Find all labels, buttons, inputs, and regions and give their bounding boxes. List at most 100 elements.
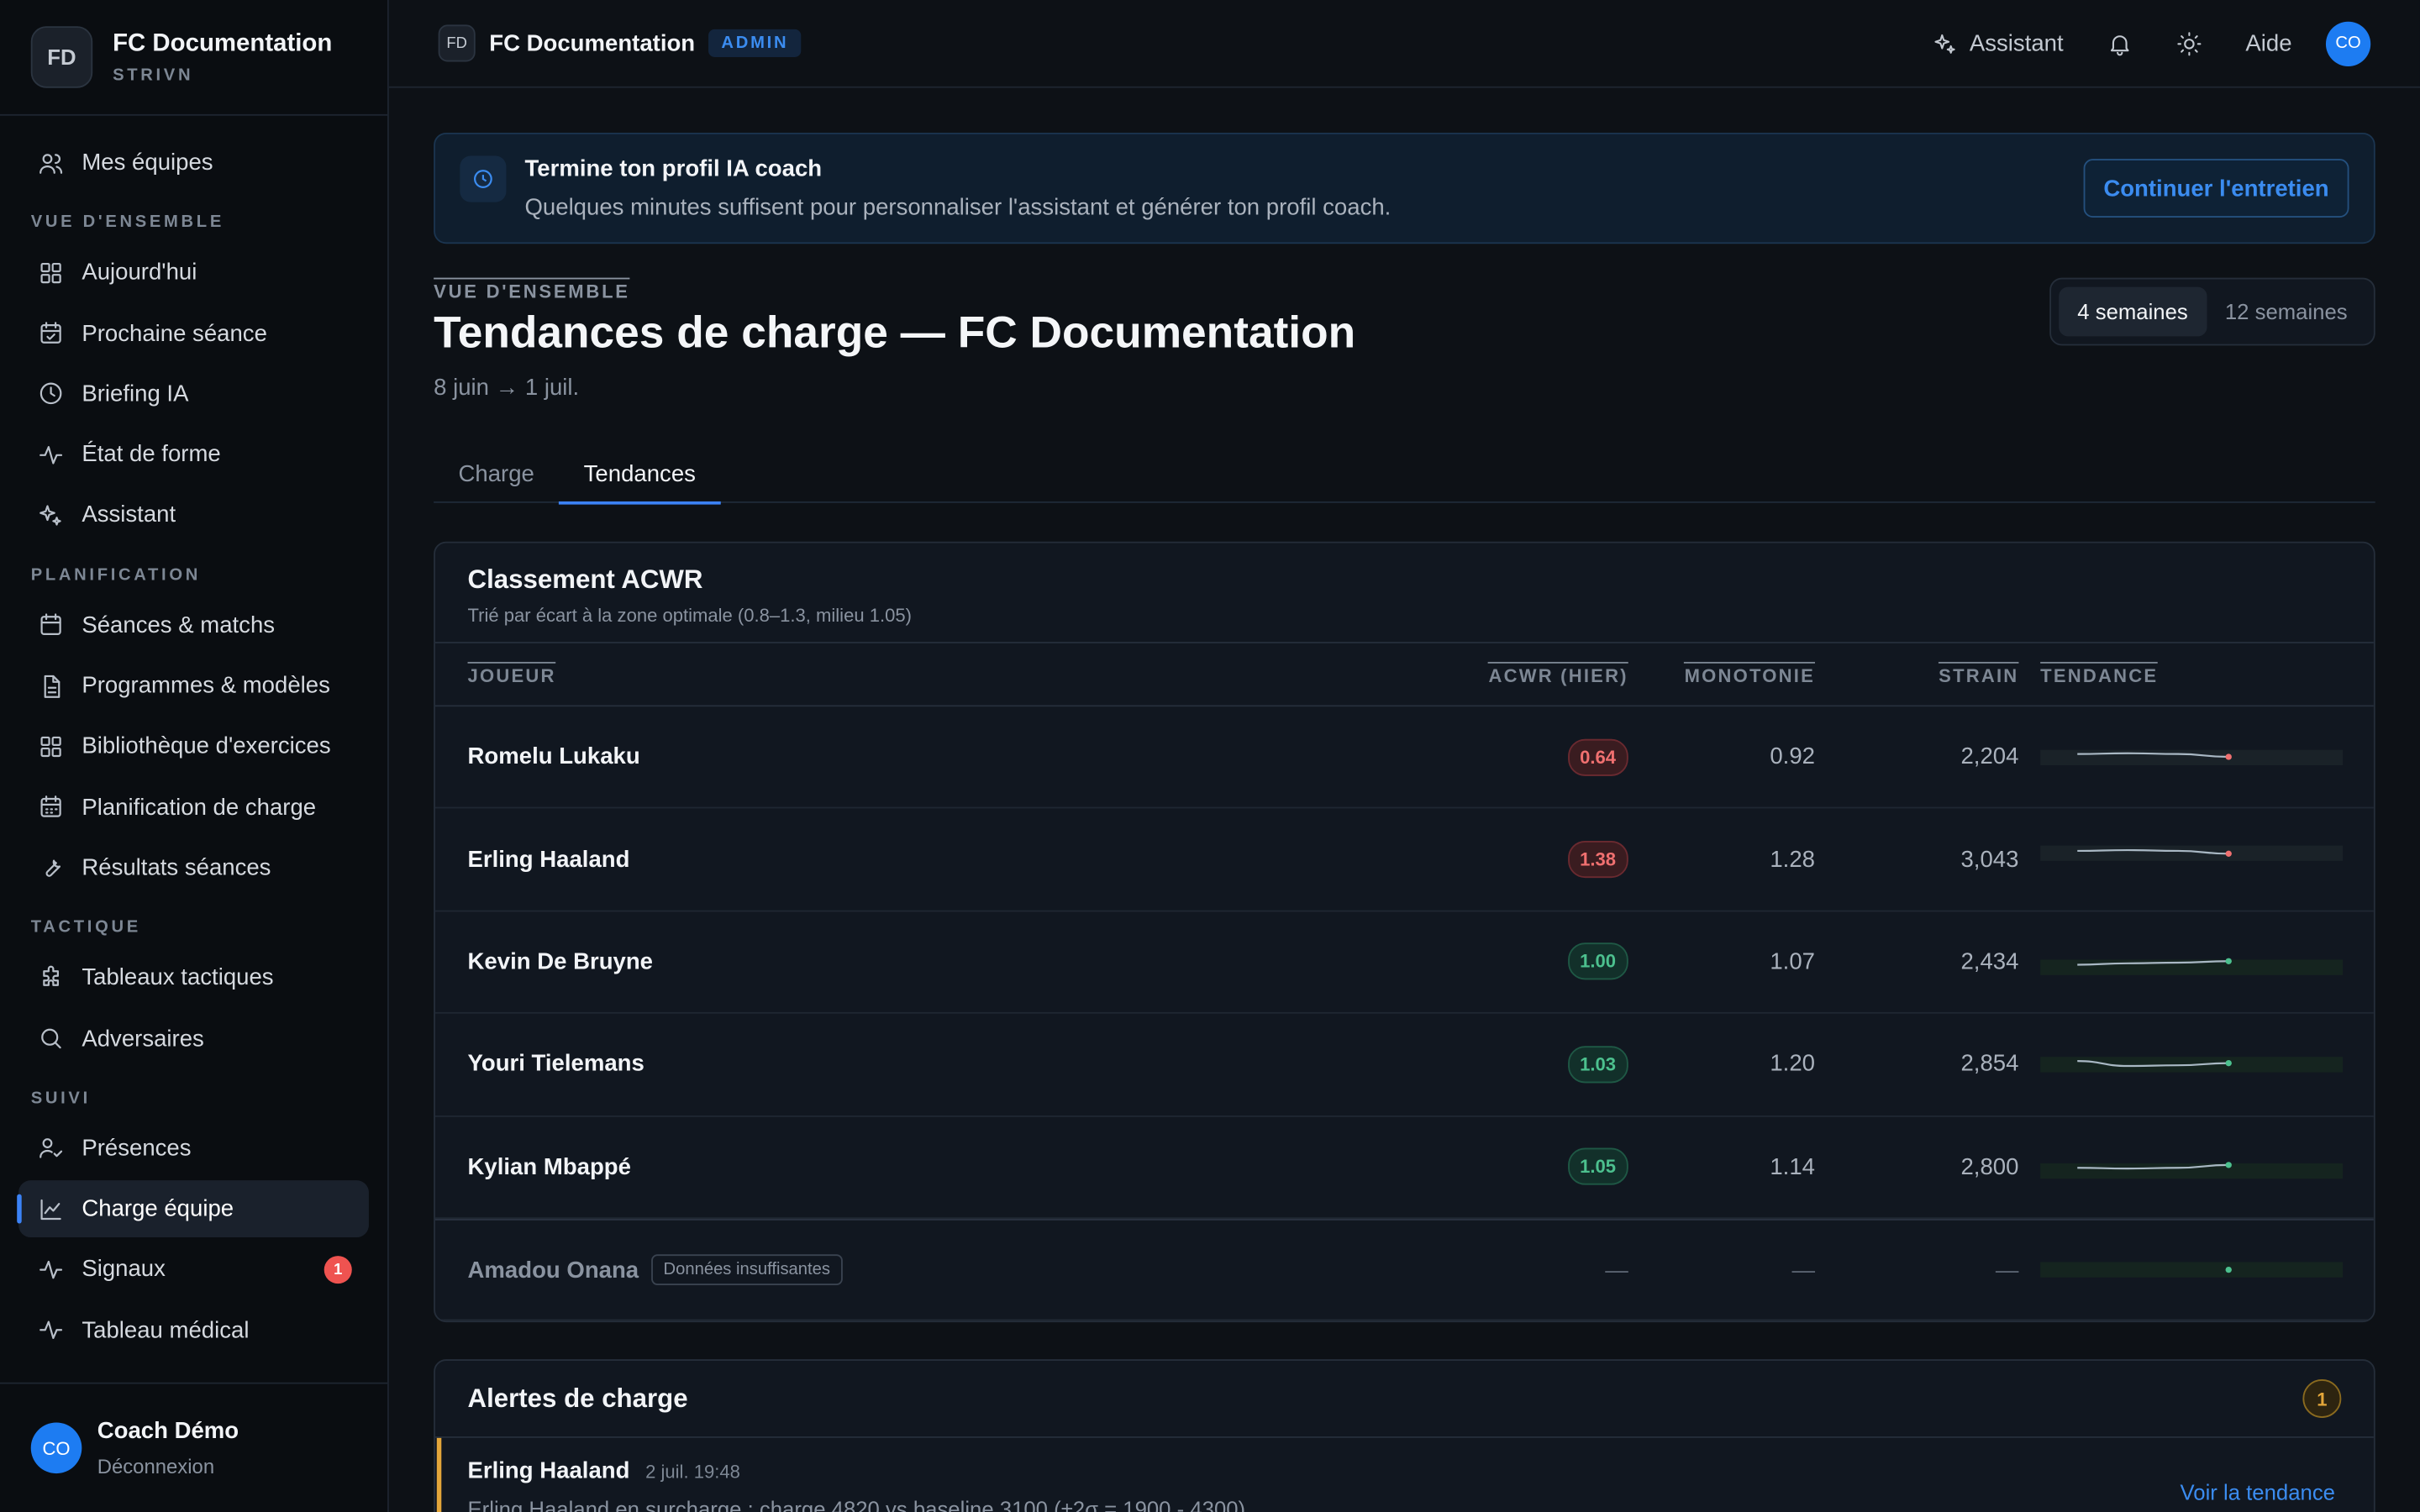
strain-value: 2,854 bbox=[1960, 1051, 2019, 1078]
date-range: 8 juin → 1 juil. bbox=[434, 375, 580, 402]
tab-charge[interactable]: Charge bbox=[434, 446, 559, 503]
sidebar-item-bibliotheque-d-exercices[interactable]: Bibliothèque d'exercices bbox=[18, 718, 369, 775]
player-name[interactable]: Kylian Mbappé bbox=[468, 1153, 631, 1179]
user-box: CO Coach Démo Déconnexion bbox=[0, 1382, 388, 1512]
strain-value: 3,043 bbox=[1960, 846, 2019, 873]
sidebar-item-seances-matchs[interactable]: Séances & matchs bbox=[18, 596, 369, 654]
main-content: Termine ton profil IA coach Quelques min… bbox=[434, 88, 2375, 1512]
table-header: JOUEUR ACWR (HIER) MONOTONIE STRAIN TEND… bbox=[434, 643, 2374, 707]
card-title: Alertes de charge bbox=[467, 1383, 688, 1413]
view-trend-link[interactable]: Voir la tendance bbox=[2181, 1479, 2335, 1504]
strain-value: 2,204 bbox=[1960, 743, 2019, 770]
help-link[interactable]: Aide bbox=[2245, 30, 2291, 56]
sidebar-item-label: État de forme bbox=[82, 441, 221, 468]
column-player[interactable]: JOUEUR bbox=[467, 661, 556, 686]
team-badge: FD bbox=[30, 26, 93, 88]
table-row[interactable]: Erling Haaland 1.38 1.28 3,043 bbox=[434, 809, 2374, 912]
table-row[interactable]: Kevin De Bruyne 1.00 1.07 2,434 bbox=[434, 911, 2374, 1015]
sidebar-item-charge-equipe[interactable]: Charge équipe bbox=[17, 1180, 369, 1238]
monotony-value: 0.92 bbox=[1770, 743, 1815, 770]
calendar-grid-icon bbox=[35, 792, 66, 823]
column-acwr[interactable]: ACWR (HIER) bbox=[1488, 661, 1628, 686]
sidebar-item-label: Adversaires bbox=[82, 1025, 204, 1052]
acwr-ranking-card: Classement ACWR Trié par écart à la zone… bbox=[434, 541, 2375, 1323]
column-strain[interactable]: STRAIN bbox=[1939, 661, 2019, 686]
trend-sparkline bbox=[2040, 927, 2344, 997]
range-option-4-weeks[interactable]: 4 semaines bbox=[2059, 286, 2207, 337]
sidebar-item-tableau-medical[interactable]: Tableau médical bbox=[18, 1302, 369, 1359]
banner-description: Quelques minutes suffisent pour personna… bbox=[524, 194, 1392, 221]
monotony-value: 1.20 bbox=[1770, 1051, 1815, 1078]
user-name: Coach Démo bbox=[97, 1417, 239, 1445]
sidebar-item-label: Programmes & modèles bbox=[82, 672, 330, 700]
notifications-button[interactable] bbox=[2107, 30, 2133, 56]
sidebar-section-title: PLANIFICATION bbox=[30, 565, 202, 585]
sparkles-icon bbox=[35, 500, 66, 531]
sidebar-item-presences[interactable]: Présences bbox=[18, 1120, 369, 1177]
sidebar-item-resultats-seances[interactable]: Résultats séances bbox=[18, 839, 369, 896]
strain-value: 2,434 bbox=[1960, 948, 2019, 975]
table-row[interactable]: Youri Tielemans 1.03 1.20 2,854 bbox=[434, 1014, 2374, 1116]
sidebar-nav: Mes équipes VUE D'ENSEMBLE Aujourd'hui Proc… bbox=[0, 116, 387, 1381]
player-name[interactable]: Romelu Lukaku bbox=[468, 744, 640, 770]
insufficient-data-badge: Données insuffisantes bbox=[650, 1254, 843, 1286]
column-monotony[interactable]: MONOTONIE bbox=[1684, 661, 1815, 686]
player-name[interactable]: Kevin De Bruyne bbox=[468, 949, 653, 975]
puzzle-icon bbox=[35, 963, 66, 994]
trend-sparkline bbox=[2040, 1029, 2344, 1100]
assistant-button[interactable]: Assistant bbox=[1933, 30, 2064, 56]
sidebar-item-label: Signaux bbox=[82, 1256, 166, 1284]
continue-interview-button[interactable]: Continuer l'entretien bbox=[2083, 159, 2349, 218]
sidebar-item-prochaine-seance[interactable]: Prochaine séance bbox=[18, 305, 369, 362]
player-name[interactable]: Erling Haaland bbox=[468, 847, 630, 873]
sidebar-item-label: Bibliothèque d'exercices bbox=[82, 733, 331, 760]
strain-value: 2,800 bbox=[1960, 1153, 2019, 1180]
theme-toggle-button[interactable] bbox=[2176, 30, 2202, 56]
sidebar-item-etat-de-forme[interactable]: État de forme bbox=[18, 426, 369, 483]
sidebar-item-briefing-ia[interactable]: Briefing IA bbox=[18, 365, 369, 423]
player-name: Amadou Onana bbox=[467, 1257, 639, 1284]
sidebar-section-title: SUIVI bbox=[30, 1089, 91, 1108]
logout-link[interactable]: Déconnexion bbox=[97, 1455, 239, 1478]
table-row[interactable]: Romelu Lukaku 0.64 0.92 2,204 bbox=[434, 706, 2374, 810]
activity-icon bbox=[35, 439, 66, 470]
assistant-label: Assistant bbox=[1969, 29, 2064, 57]
team-title: FC Documentation bbox=[489, 29, 696, 57]
sidebar-item-label: Résultats séances bbox=[82, 854, 271, 881]
clock-icon bbox=[460, 155, 507, 202]
role-badge: ADMIN bbox=[708, 29, 802, 57]
avatar[interactable]: CO bbox=[30, 1422, 82, 1474]
trend-sparkline bbox=[2040, 1235, 2344, 1305]
user-check-icon bbox=[35, 1133, 66, 1164]
activity-icon bbox=[35, 1254, 66, 1285]
table-row[interactable]: Kylian Mbappé 1.05 1.14 2,800 bbox=[434, 1116, 2374, 1219]
document-icon bbox=[35, 670, 66, 701]
sidebar-item-tableaux-tactiques[interactable]: Tableaux tactiques bbox=[18, 949, 369, 1006]
player-name[interactable]: Youri Tielemans bbox=[468, 1051, 644, 1077]
sidebar-item-planification-de-charge[interactable]: Planification de charge bbox=[18, 779, 369, 836]
tab-tendances[interactable]: Tendances bbox=[559, 446, 720, 505]
brand[interactable]: FD FC Documentation STRIVN bbox=[0, 0, 388, 116]
sidebar-item-signaux[interactable]: Signaux 1 bbox=[18, 1242, 369, 1299]
trend-sparkline bbox=[2040, 722, 2344, 792]
org-name: STRIVN bbox=[113, 66, 194, 85]
monotony-value: — bbox=[1791, 1257, 1815, 1284]
sidebar-item-programmes-modeles[interactable]: Programmes & modèles bbox=[18, 658, 369, 715]
grid-icon bbox=[35, 731, 66, 762]
bell-icon bbox=[2110, 34, 2129, 55]
sidebar-item-aujourd-hui[interactable]: Aujourd'hui bbox=[18, 244, 369, 302]
sidebar-item-adversaires[interactable]: Adversaires bbox=[18, 1010, 369, 1067]
activity-icon bbox=[35, 1315, 66, 1346]
sidebar-item-label: Aujourd'hui bbox=[82, 260, 197, 286]
sidebar-item-assistant[interactable]: Assistant bbox=[18, 486, 369, 543]
acwr-badge: 1.05 bbox=[1567, 1147, 1628, 1186]
avatar[interactable]: CO bbox=[2325, 20, 2371, 66]
sidebar-item-label: Tableaux tactiques bbox=[82, 964, 274, 991]
strain-value: — bbox=[1995, 1257, 2019, 1284]
column-trend: TENDANCE bbox=[2040, 661, 2159, 686]
sidebar-item-label: Assistant bbox=[82, 501, 176, 529]
sidebar-item-mes-equipes[interactable]: Mes équipes bbox=[18, 134, 369, 192]
table-row-insufficient[interactable]: Amadou Onana Données insuffisantes — — — bbox=[434, 1218, 2374, 1321]
monotony-value: 1.07 bbox=[1770, 948, 1815, 975]
range-option-12-weeks[interactable]: 12 semaines bbox=[2207, 287, 2366, 337]
